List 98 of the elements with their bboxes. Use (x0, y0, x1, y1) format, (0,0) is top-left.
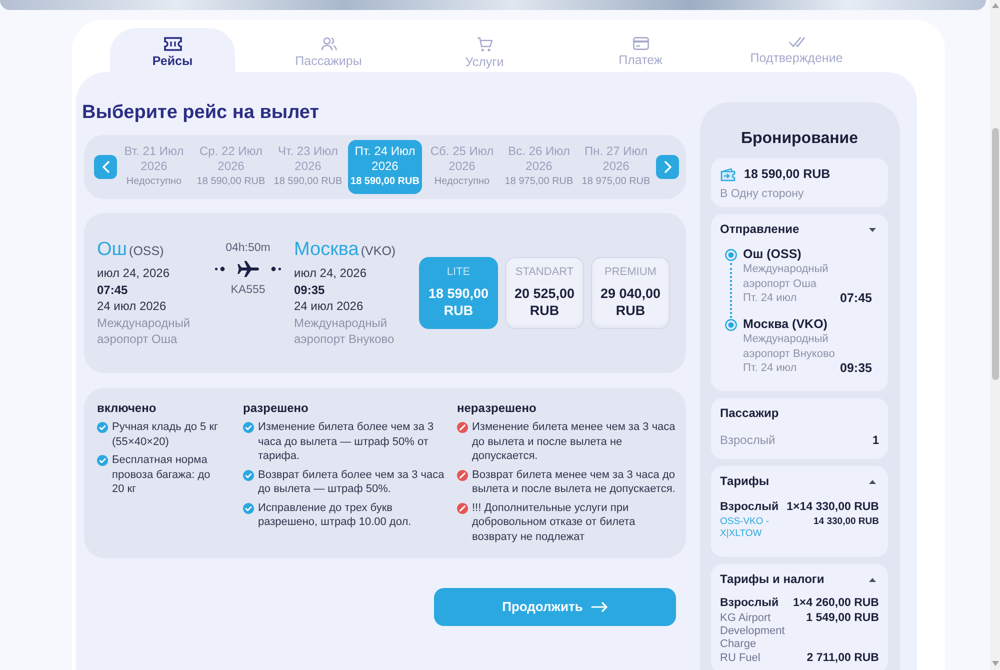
city-name: Москва (294, 239, 359, 260)
rule-text: Ручная кладь до 5 кг (55×40×20) (112, 420, 220, 449)
flight-date: 24 июл 2026 (294, 298, 364, 314)
rules-heading: включено (97, 400, 156, 416)
caret-up-icon[interactable] (869, 480, 876, 484)
date-tab[interactable]: Чт. 23 Июл 2026 18 590,00 RUB (271, 140, 345, 194)
page-heading: Выберите рейс на вылет (82, 102, 320, 124)
flight-time: 09:35 (294, 282, 325, 298)
ticket-icon (720, 168, 736, 182)
check-circle-icon (243, 422, 254, 433)
check-circle-icon (243, 502, 254, 514)
rule-text: Бесплатная норма провоза багажа: до 20 кг (112, 453, 212, 496)
credit-card-icon (632, 37, 648, 50)
trip-type: В Одну сторону (720, 187, 804, 202)
step-tab[interactable]: Подтверждение (734, 28, 859, 72)
scroll-down-icon[interactable] (992, 661, 998, 666)
check-circle-icon (97, 455, 108, 466)
fare-option[interactable]: PREMIUM 29 040,00 RUB (591, 257, 670, 329)
date-tab[interactable]: Ср. 22 Июл 2026 18 590,00 RUB (194, 140, 268, 194)
rule-text: Исправление до трех букв разрешено, штраф 10.00 дол. (258, 500, 412, 530)
date-tab[interactable]: Пн. 27 Июл 2026 18 975,00 RUB (579, 140, 653, 194)
airport-name: Международный аэропорт Оша (743, 262, 830, 291)
flight-date: июл 24, 2026 (294, 265, 366, 282)
arrow-right-icon (590, 602, 608, 612)
ticket-icon (164, 37, 182, 51)
tax-name: KG Airport Development Charge (720, 612, 786, 651)
date-tab[interactable]: Вт. 21 Июл 2026 Недоступно (117, 140, 191, 194)
city-name: Ош (97, 239, 128, 260)
caret-up-icon[interactable] (869, 578, 876, 582)
section-title: Тарифы и налоги (720, 572, 824, 587)
step-tab[interactable]: Услуги (422, 28, 547, 72)
previous-button[interactable] (94, 155, 117, 179)
check-circle-icon (243, 470, 254, 480)
flight-date: 24 июл 2026 (97, 298, 166, 314)
flight-duration: 04h:50m (226, 241, 270, 255)
section-title: Пассажир (720, 406, 779, 421)
timeline-line (730, 262, 732, 318)
double-check-icon (788, 37, 804, 48)
tax-amount: 1 549,00 RUB (806, 612, 879, 625)
tax-name: RU Fuel (720, 652, 762, 665)
rule-text: !!! Дополнительные услуги при добровольном отказе от билета возврату не подлежат (472, 500, 636, 544)
scrollbar-thumb[interactable] (992, 128, 998, 380)
plane-route-icon (215, 261, 281, 277)
booking-title: Бронирование (740, 129, 858, 149)
airport-name: Международный аэропорт Внуково (294, 314, 396, 348)
next-button[interactable] (656, 155, 679, 179)
section-title: Отправление (720, 222, 800, 237)
stop-date: Пт. 24 июл (743, 361, 797, 376)
chevron-left-icon (102, 161, 110, 173)
date-tab[interactable]: Сб. 25 Июл 2026 Недоступно (425, 140, 499, 194)
airport-name: Международный аэропорт Оша (97, 314, 192, 348)
ring-icon (725, 248, 737, 260)
rule-text: Возврат билета более чем за 3 часа до вылета — штраф 50%. (258, 468, 446, 496)
step-tab[interactable]: Пассажиры (266, 28, 391, 72)
stop-time: 07:45 (840, 291, 872, 306)
fare-total-label: Взрослый (720, 500, 779, 515)
section-title: Тарифы (720, 474, 770, 489)
prohibited-icon (457, 422, 468, 433)
caret-down-icon[interactable] (869, 228, 876, 232)
step-tab[interactable]: Платеж (578, 28, 703, 72)
stop-name: Москва (VKO) (743, 317, 828, 332)
airport-name: Международный аэропорт Внуково (743, 332, 836, 361)
check-circle-icon (97, 422, 108, 433)
fare-code: OSS-VKO - X|XLTOW (720, 516, 770, 540)
ring-icon (725, 318, 737, 330)
fare-total: 1×14 330,00 RUB (786, 500, 879, 515)
fare-amount: 14 330,00 RUB (814, 516, 879, 528)
fare-option[interactable]: STANDART 20 525,00 RUB (505, 257, 584, 329)
flight-date: июл 24, 2026 (97, 265, 170, 282)
rules-heading: разрешено (243, 400, 308, 416)
stop-time: 09:35 (840, 361, 872, 376)
fare-option[interactable]: LITE 18 590,00 RUB (419, 257, 498, 329)
flight-time: 07:45 (97, 282, 128, 298)
rules-heading: неразрешено (457, 400, 536, 416)
step-tab[interactable]: Рейсы (110, 28, 235, 72)
passenger-type: Взрослый (720, 433, 776, 448)
prohibited-icon (457, 470, 468, 480)
continue-button[interactable]: Продолжить (434, 588, 676, 626)
airport-code: (VKO) (360, 244, 396, 258)
total-price: 18 590,00 RUB (744, 166, 830, 183)
people-icon (320, 37, 336, 51)
fare-total: 1×4 260,00 RUB (793, 596, 879, 611)
chevron-right-icon (664, 161, 672, 173)
prohibited-icon (457, 502, 468, 514)
airport-code: (OSS) (129, 244, 164, 258)
rule-text: Возврат билета менее чем за 3 часа до вылета и после вылета не допускается. (472, 468, 676, 496)
fare-total-label: Взрослый (720, 596, 779, 611)
date-tab[interactable]: Вс. 26 Июл 2026 18 975,00 RUB (502, 140, 576, 194)
rule-text: Изменение билета менее чем за 3 часа до вылета и после вылета не допускается. (472, 420, 676, 464)
tax-amount: 2 711,00 RUB (806, 652, 879, 665)
stop-date: Пт. 24 июл (743, 291, 797, 306)
date-tab[interactable]: Пт. 24 Июл 2026 18 590,00 RUB (348, 140, 422, 194)
flight-number: KA555 (230, 283, 266, 297)
passenger-count: 1 (872, 433, 879, 448)
stop-name: Ош (OSS) (743, 247, 802, 262)
cart-icon (476, 37, 492, 52)
rule-text: Изменение билета более чем за 3 часа до вылета — штраф 50% от тарифа. (258, 420, 435, 464)
scroll-up-icon[interactable] (992, 3, 998, 8)
